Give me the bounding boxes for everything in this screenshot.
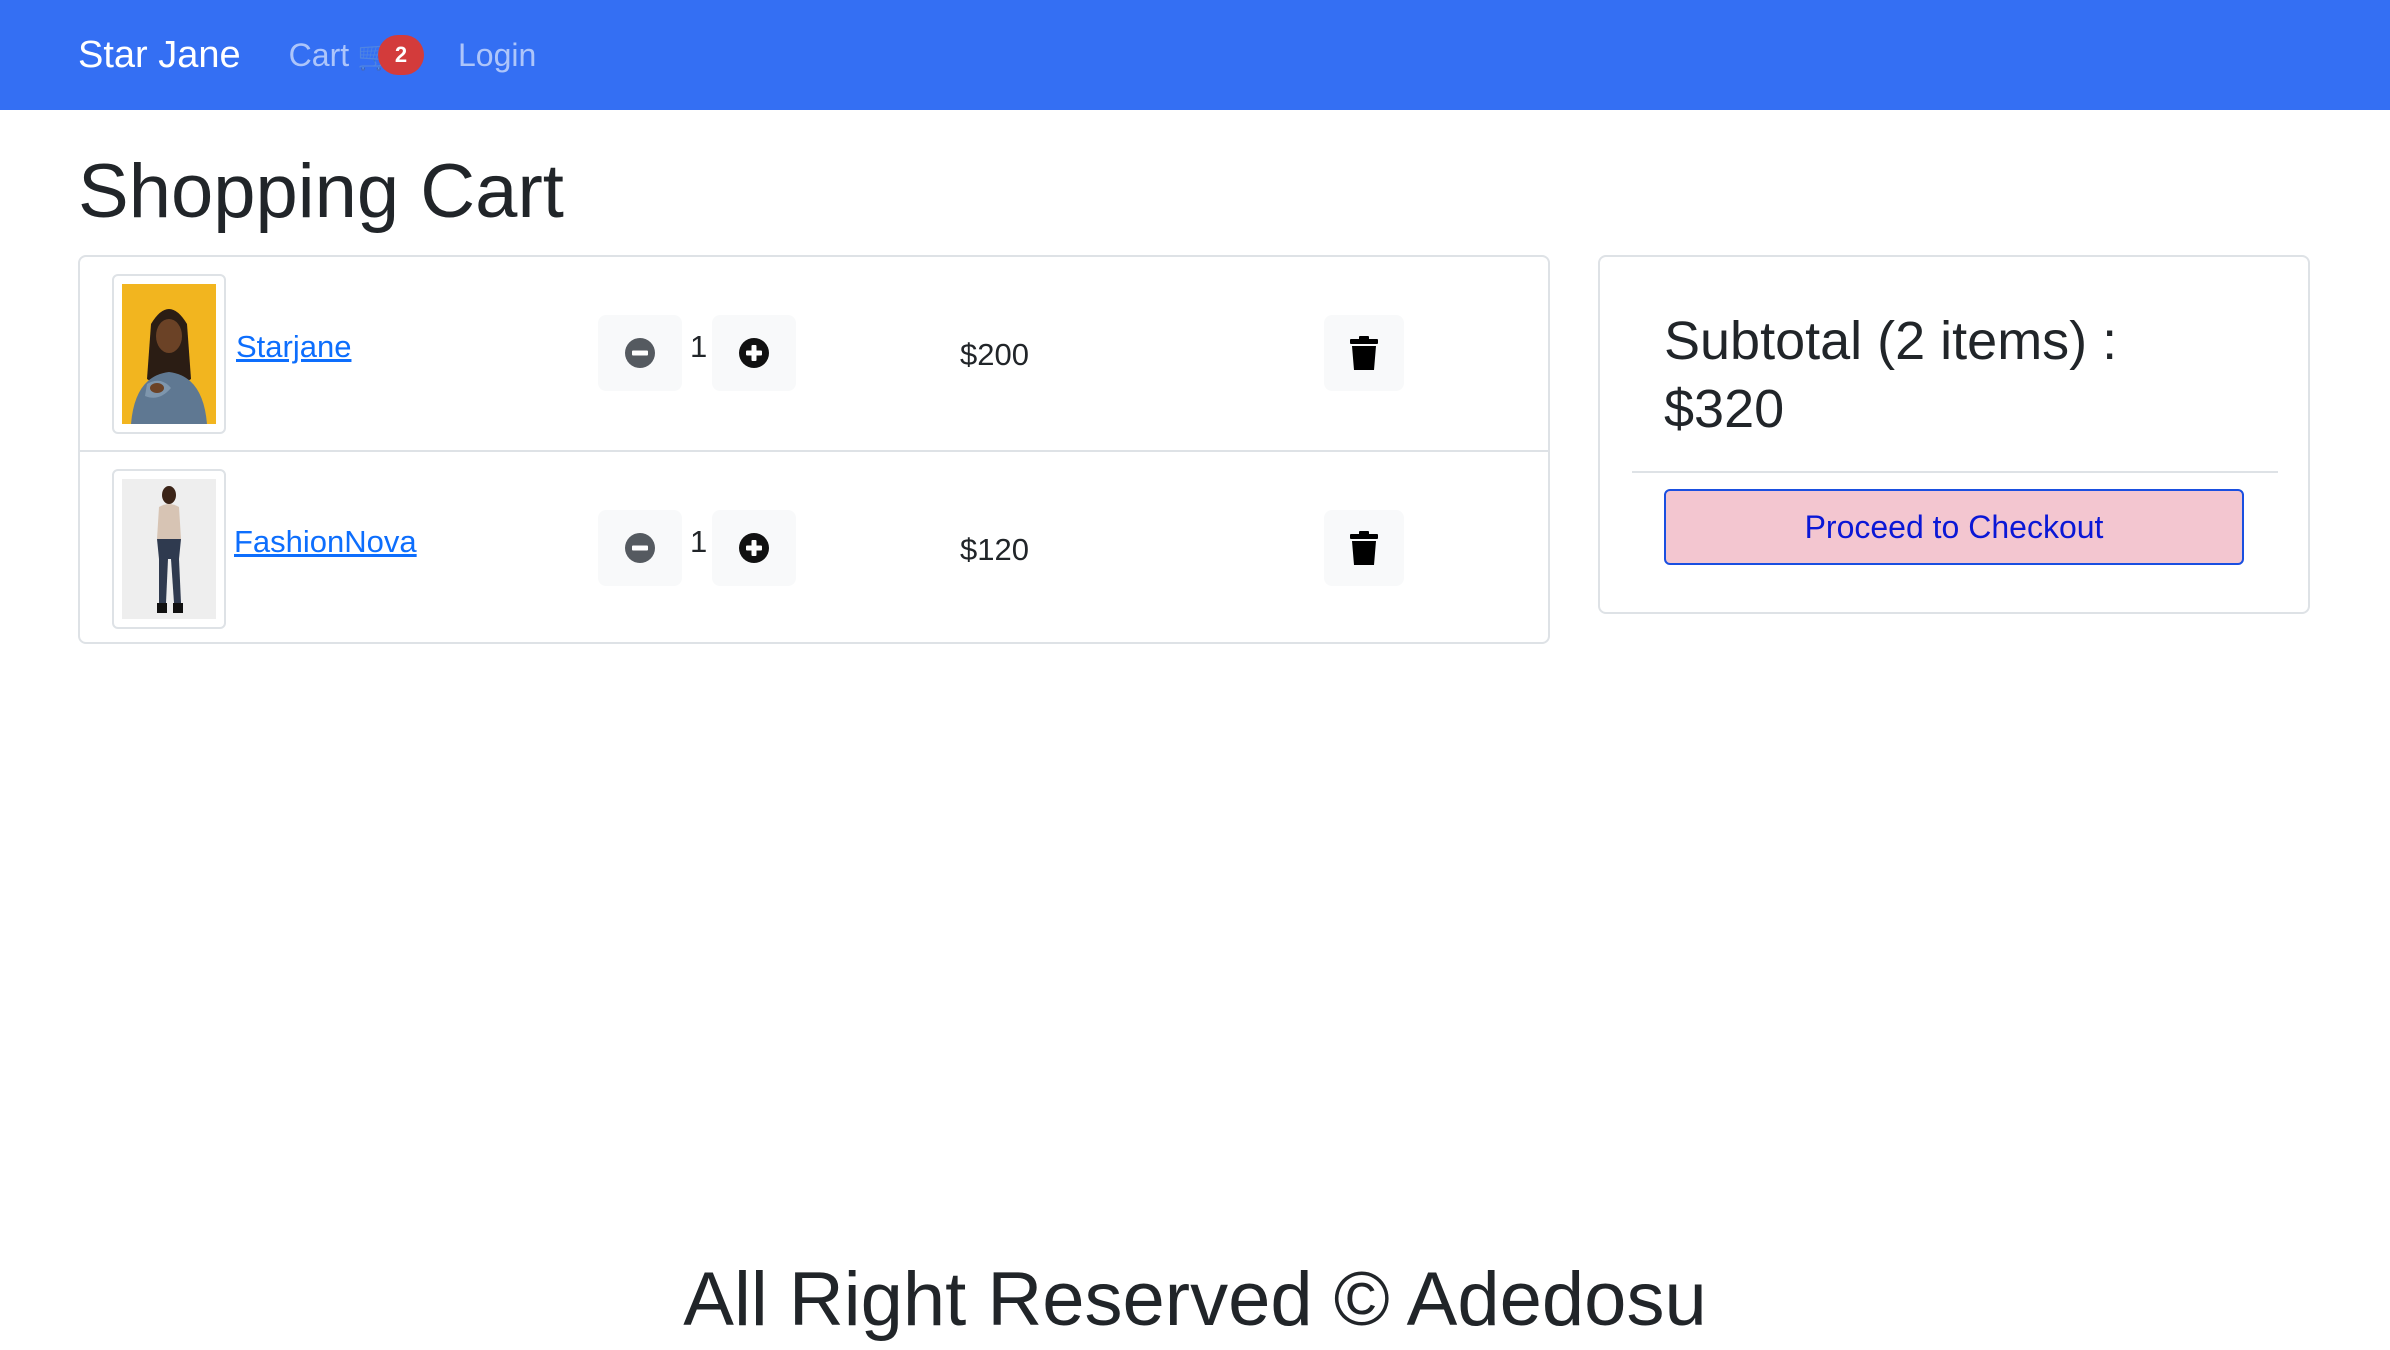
product-link[interactable]: Starjane [236,329,351,365]
nav-login-link[interactable]: Login [458,37,536,74]
cart-count-badge: 2 [377,35,424,75]
delete-item-button[interactable] [1324,510,1404,586]
item-price: $200 [960,337,1029,372]
product-image[interactable] [112,469,226,629]
quantity-value: 1 [690,329,708,364]
cart-item-row: FashionNova 1 $120 [80,450,1548,642]
nav-cart-link[interactable]: Cart 🛒 2 [289,35,424,75]
increase-quantity-button[interactable] [712,315,796,391]
item-price: $120 [960,532,1029,567]
footer-text: All Right Reserved © Adedosu [683,1257,1707,1342]
increase-quantity-button[interactable] [712,510,796,586]
subtotal-label: Subtotal (2 items) : [1664,311,2118,371]
decrease-quantity-button[interactable] [598,315,682,391]
quantity-value: 1 [690,524,708,559]
navbar: Star Jane Cart 🛒 2 Login [0,0,2390,110]
checkout-button[interactable]: Proceed to Checkout [1664,489,2244,565]
plus-circle-icon [739,533,769,563]
product-photo-fashionnova [122,479,216,619]
plus-circle-icon [739,338,769,368]
product-photo-starjane [122,284,216,424]
cart-item-list: Starjane 1 $200 FashionNova 1 $120 [78,255,1550,644]
brand-link[interactable]: Star Jane [78,34,241,77]
product-link[interactable]: FashionNova [234,524,417,560]
product-image[interactable] [112,274,226,434]
cart-item-row: Starjane 1 $200 [80,257,1548,450]
page-title: Shopping Cart [78,149,564,234]
order-summary-card: Subtotal (2 items) : $320 Proceed to Che… [1598,255,2310,614]
nav-cart-label: Cart [288,36,350,73]
trash-icon [1350,531,1378,565]
delete-item-button[interactable] [1324,315,1404,391]
subtotal: Subtotal (2 items) : $320 [1664,307,2264,443]
decrease-quantity-button[interactable] [598,510,682,586]
minus-circle-icon [625,533,655,563]
summary-divider [1632,471,2278,473]
minus-circle-icon [625,338,655,368]
trash-icon [1350,336,1378,370]
subtotal-value: $320 [1664,379,1785,439]
